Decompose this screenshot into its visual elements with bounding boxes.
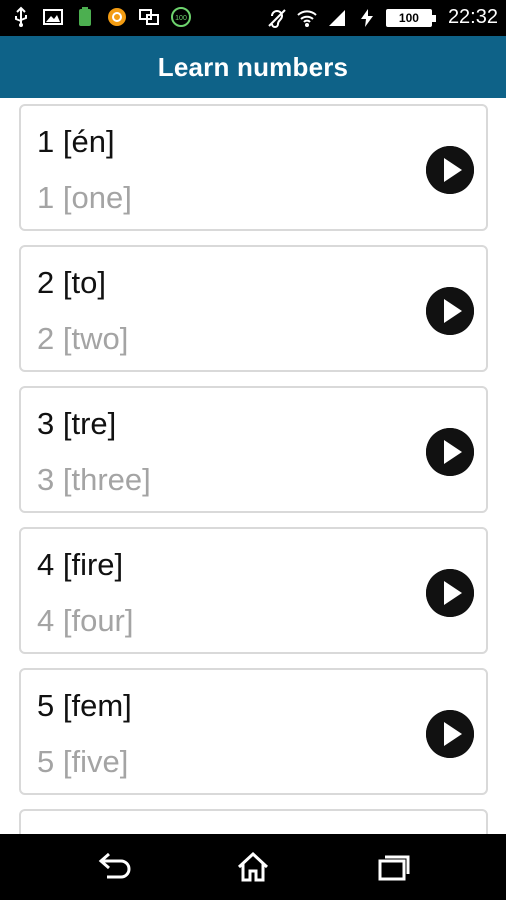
home-icon [237, 851, 269, 882]
list-item[interactable]: 3 [tre] 3 [three] [19, 386, 488, 513]
clock: 22:32 [447, 6, 498, 28]
list-item[interactable]: 1 [én] 1 [one] [19, 104, 488, 231]
item-english-label: 1 [one] [37, 180, 132, 215]
play-icon [426, 146, 474, 194]
wifi-icon [296, 7, 318, 29]
list-item[interactable] [19, 809, 488, 834]
status-bar: 100 100 22:32 [0, 0, 506, 36]
item-english-label: 2 [two] [37, 321, 129, 356]
item-danish-label: 3 [tre] [37, 406, 117, 441]
signal-icon [326, 7, 348, 29]
play-button[interactable] [426, 710, 474, 758]
list-item[interactable]: 2 [to] 2 [two] [19, 245, 488, 372]
image-icon [42, 6, 64, 28]
item-english-label: 4 [four] [37, 603, 134, 638]
item-danish-label: 2 [to] [37, 265, 106, 300]
home-button[interactable] [233, 850, 273, 884]
recent-apps-button[interactable] [373, 850, 413, 884]
play-icon [426, 428, 474, 476]
back-button[interactable] [94, 850, 134, 884]
app-bar: Learn numbers [0, 36, 506, 98]
notification-icons: 100 [10, 6, 192, 28]
system-icons: 100 22:32 [266, 6, 498, 29]
item-english-label: 3 [three] [37, 462, 151, 497]
svg-text:100: 100 [175, 15, 187, 22]
play-icon [426, 287, 474, 335]
charging-icon [356, 7, 378, 29]
orange-app-icon [106, 6, 128, 28]
play-icon [426, 569, 474, 617]
battery-indicator: 100 [385, 8, 436, 27]
usb-icon [10, 6, 32, 28]
battery-app-icon [74, 6, 96, 28]
battery-100-app-icon: 100 [170, 6, 192, 28]
list-item[interactable]: 5 [fem] 5 [five] [19, 668, 488, 795]
play-button[interactable] [426, 287, 474, 335]
play-button[interactable] [426, 146, 474, 194]
page-title: Learn numbers [157, 51, 349, 82]
play-button[interactable] [426, 569, 474, 617]
item-danish-label: 4 [fire] [37, 547, 124, 582]
item-danish-label: 1 [én] [37, 124, 115, 159]
item-english-label: 5 [five] [37, 744, 129, 779]
back-icon [98, 852, 131, 879]
number-list[interactable]: 1 [én] 1 [one] 2 [to] 2 [two] 3 [tre] 3 … [0, 98, 506, 834]
item-danish-label: 5 [fem] [37, 688, 132, 723]
play-button[interactable] [426, 428, 474, 476]
list-item[interactable]: 4 [fire] 4 [four] [19, 527, 488, 654]
navigation-bar [0, 834, 506, 900]
recent-apps-icon [378, 855, 410, 881]
play-icon [426, 710, 474, 758]
screen-mirror-icon [138, 6, 160, 28]
hearing-aid-icon [266, 7, 288, 29]
